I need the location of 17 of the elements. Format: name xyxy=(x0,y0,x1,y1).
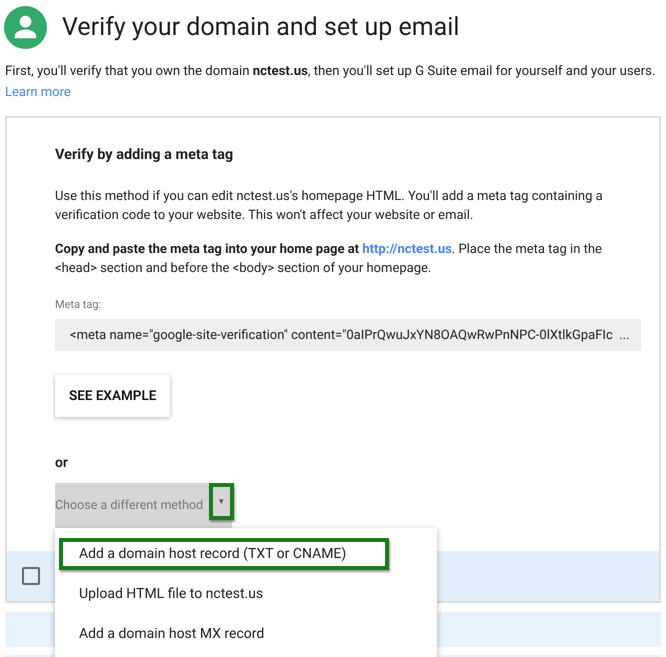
description-text: Use this method if you can edit nctest.us's homepage HTML. You'll add a meta tag containing a verification code to your website. This won't affect your website or email. xyxy=(55,188,604,225)
method-dropdown[interactable]: Choose a different method ▾ xyxy=(55,483,232,529)
page-title: Verify your domain and set up email xyxy=(62,13,460,42)
site-link[interactable]: http://nctest.us xyxy=(362,242,452,257)
instruction-text: Copy and paste the meta tag into your home page at http://nctest.us. Place the meta tag in the <head> section and before the <body> section of your homepage. xyxy=(55,241,603,278)
menu-item[interactable]: Upload HTML file to nctest.us xyxy=(63,574,437,614)
checkbox[interactable] xyxy=(22,567,40,585)
or-text: or xyxy=(55,455,69,471)
meta-tag-field[interactable]: <meta name="google-site-verification" content="0aIPrQwuJxYN8OAQwRwPnNPC-0lXtlkGpaFIc ... xyxy=(55,319,641,351)
intro-text: First, you'll verify that you own the domain nctest.us, then you'll set up G Suite email for yourself and your users. xyxy=(5,63,656,81)
avatar-icon xyxy=(4,6,47,49)
learn-more-link[interactable]: Learn more xyxy=(5,85,71,100)
see-example-button[interactable]: SEE EXAMPLE xyxy=(55,375,170,417)
section-heading: Verify by adding a meta tag xyxy=(55,146,234,163)
field-label: Meta tag: xyxy=(55,298,102,311)
menu-item[interactable]: Add a domain host record (TXT or CNAME) xyxy=(59,538,389,570)
menu-item[interactable]: Add a domain host MX record xyxy=(63,614,437,654)
